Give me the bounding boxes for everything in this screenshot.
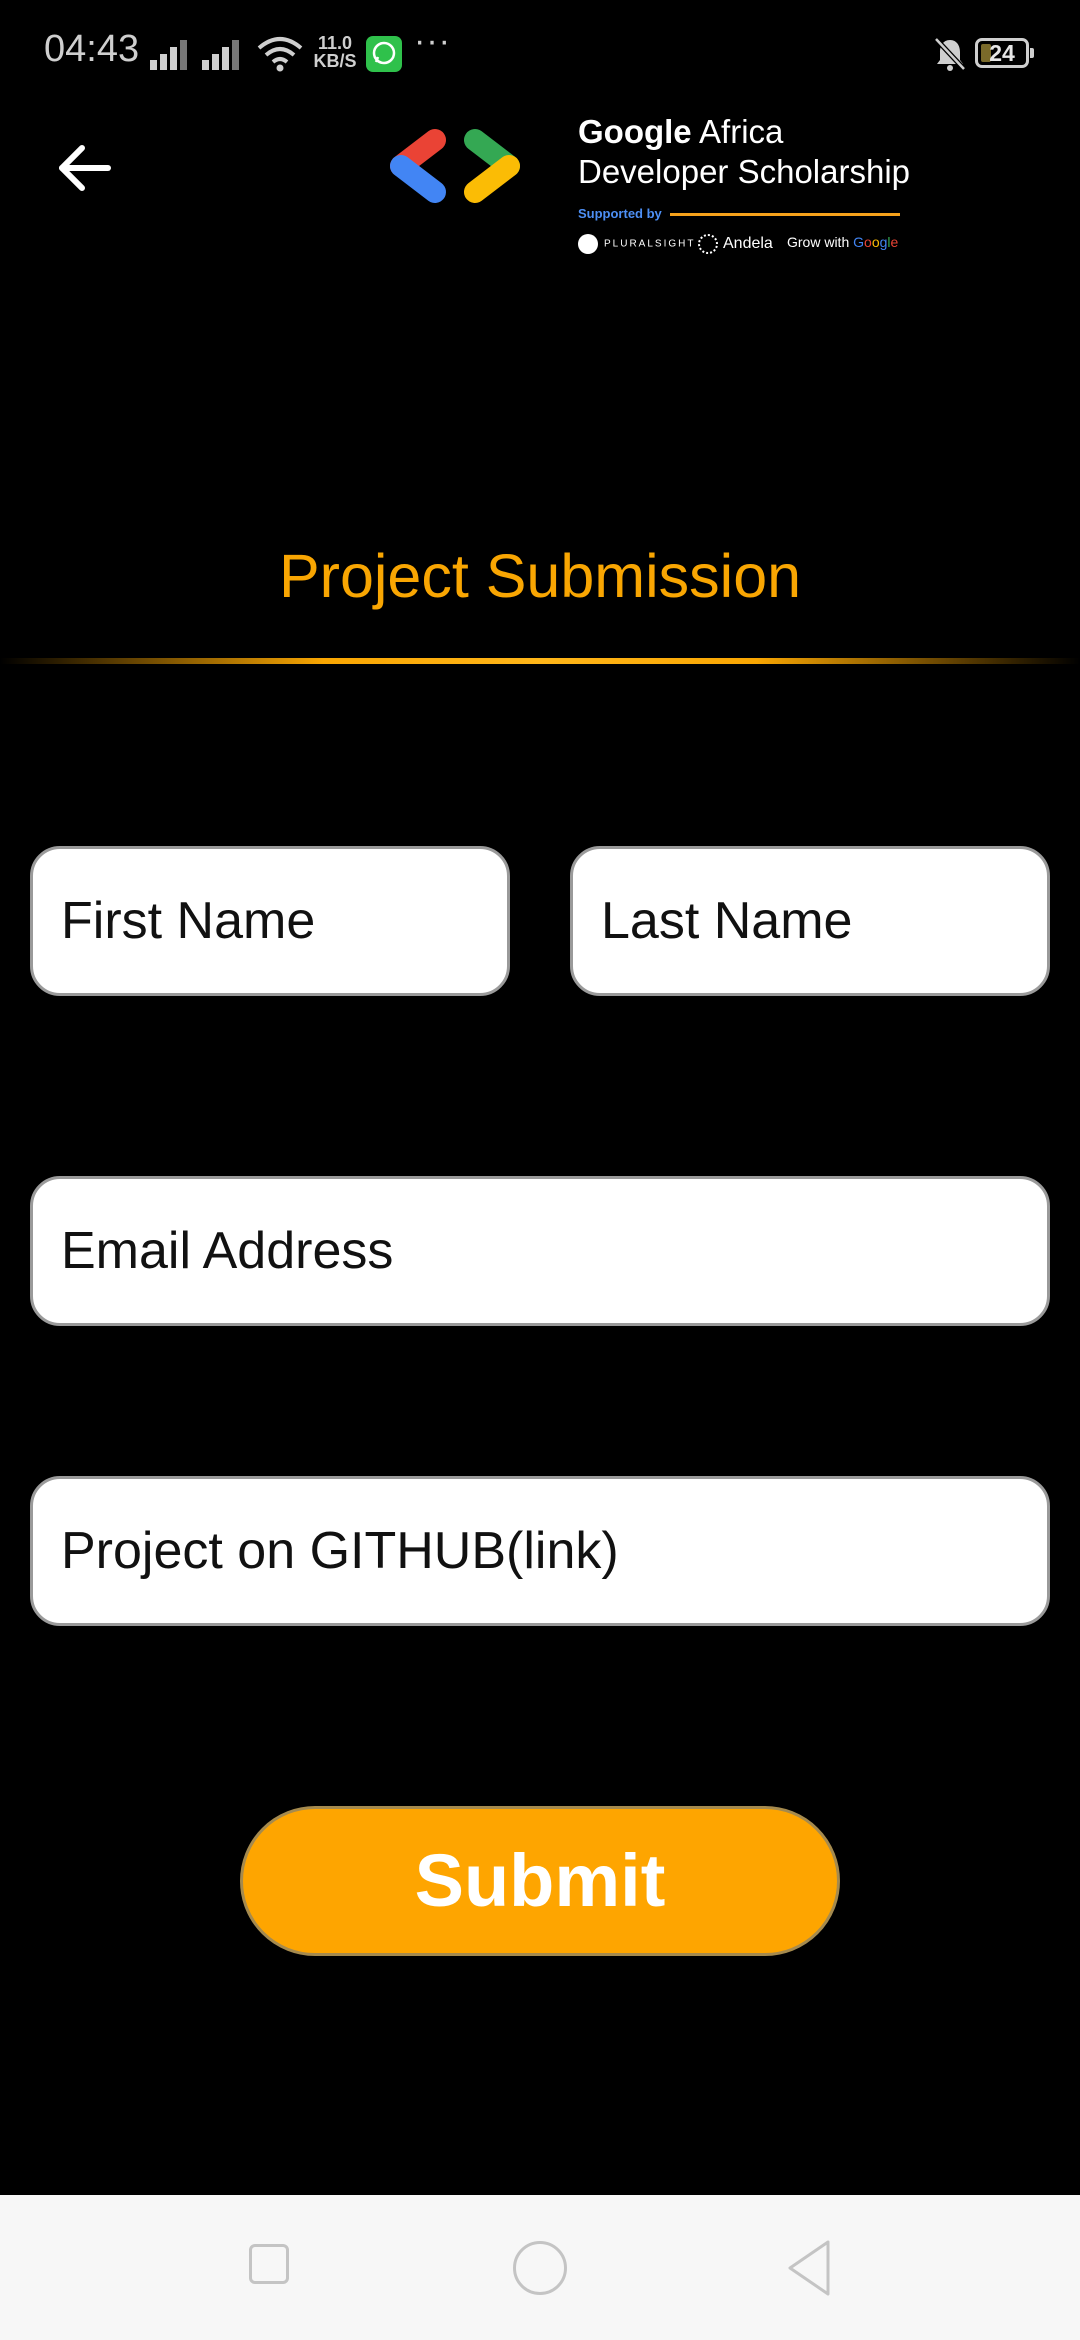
network-speed-unit: KB/S [313,51,357,71]
battery-level-text: 24 [989,40,1015,66]
signal-icon [150,40,187,70]
system-nav-bar [0,2195,1080,2340]
back-triangle-icon[interactable] [784,2238,834,2298]
battery-icon: 24 [975,38,1034,68]
network-speed: 11.0 KB/S [313,34,357,70]
recents-square-icon[interactable] [249,2244,289,2284]
google-letter: o [864,234,872,250]
wifi-icon [257,37,303,72]
logo-title: Google Africa [578,112,783,152]
logo-title-brand: Google [578,113,692,150]
sponsor-grow-with-google: Grow with Google [787,234,898,250]
home-circle-icon[interactable] [513,2241,567,2295]
github-link-input[interactable] [33,1479,1047,1623]
whatsapp-icon [366,36,402,72]
logo-title-rest: Africa [699,113,784,150]
sponsor-andela: Andela [698,234,773,254]
gads-logo: Google Africa Developer Scholarship Supp… [385,110,910,260]
status-time: 04:43 [44,28,140,70]
network-speed-value: 11.0 [317,33,353,53]
gdg-brackets-icon [390,129,520,203]
pluralsight-label: PLURALSIGHT [604,238,696,250]
github-link-field[interactable] [30,1476,1050,1626]
sponsor-pluralsight: PLURALSIGHT [578,234,695,254]
email-input[interactable] [33,1179,1047,1323]
andela-icon [698,234,718,254]
submit-button[interactable]: Submit [240,1806,840,1956]
logo-subtitle: Developer Scholarship [578,153,911,190]
grow-with-label: Grow with [787,234,850,250]
bell-off-icon [934,37,966,71]
supported-by-line [670,213,900,216]
title-divider [0,658,1080,664]
signal-icon [202,40,239,70]
google-letter: G [853,234,865,250]
page-title: Project Submission [278,542,802,610]
first-name-input[interactable] [33,849,507,993]
first-name-field[interactable] [30,846,510,996]
email-field[interactable] [30,1176,1050,1326]
last-name-field[interactable] [570,846,1050,996]
google-letter: e [890,234,899,250]
overflow-dots: ··· [414,22,451,60]
google-wordmark: Google [853,234,898,250]
andela-label: Andela [723,235,773,253]
status-bar: 04:43 11.0 KB/S ··· 24 [0,0,1080,110]
pluralsight-icon [578,234,598,254]
last-name-input[interactable] [573,849,1047,993]
google-letter: o [871,234,880,250]
back-arrow-icon[interactable] [50,135,120,205]
supported-by-label: Supported by [578,206,662,221]
